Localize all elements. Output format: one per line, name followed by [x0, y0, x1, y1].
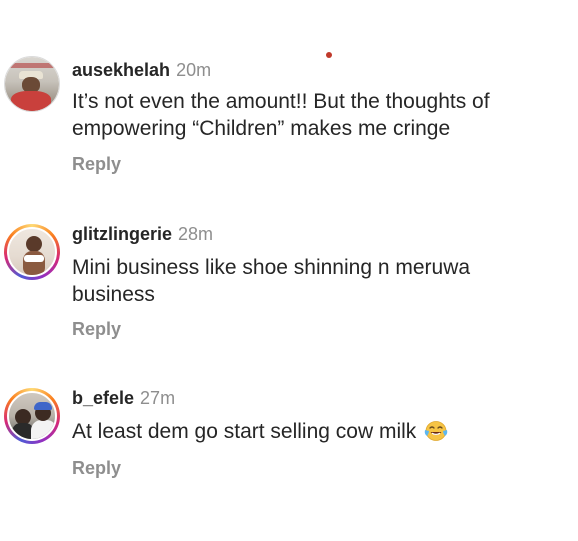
username-text[interactable]: glitzlingerie	[72, 224, 172, 244]
comment-text: Mini business like shoe shinning n meruw…	[72, 254, 552, 308]
comment-timestamp: 28m	[178, 224, 214, 244]
comment-text: At least dem go start selling cow milk	[72, 418, 552, 445]
reply-button[interactable]: Reply	[72, 458, 121, 479]
comment-text-line: empowering “Children” makes me cringe	[72, 117, 451, 140]
username-text[interactable]: ausekhelah	[72, 60, 170, 80]
avatar[interactable]	[4, 388, 60, 444]
username-text[interactable]: b_efele	[72, 388, 134, 408]
comment-timestamp: 27m	[140, 388, 176, 408]
comment-username[interactable]: glitzlingerie 28m	[72, 224, 213, 245]
avatar[interactable]	[4, 224, 60, 280]
avatar[interactable]	[4, 56, 60, 112]
comment-text-line: At least dem go start selling cow milk	[72, 420, 417, 443]
face-with-tears-of-joy-icon	[425, 421, 448, 441]
comment-text-line: Mini business like shoe shinning n meruw…	[72, 256, 471, 279]
like-dot	[326, 52, 332, 58]
comment-timestamp: 20m	[176, 60, 212, 80]
reply-button[interactable]: Reply	[72, 319, 121, 340]
comment-username[interactable]: b_efele 27m	[72, 388, 175, 409]
reply-button[interactable]: Reply	[72, 154, 121, 175]
comment-text-line: business	[72, 283, 155, 306]
comment-text: It’s not even the amount!! But the thoug…	[72, 88, 552, 142]
comment-username[interactable]: ausekhelah 20m	[72, 60, 211, 81]
comment-text-line: It’s not even the amount!! But the thoug…	[72, 90, 490, 113]
